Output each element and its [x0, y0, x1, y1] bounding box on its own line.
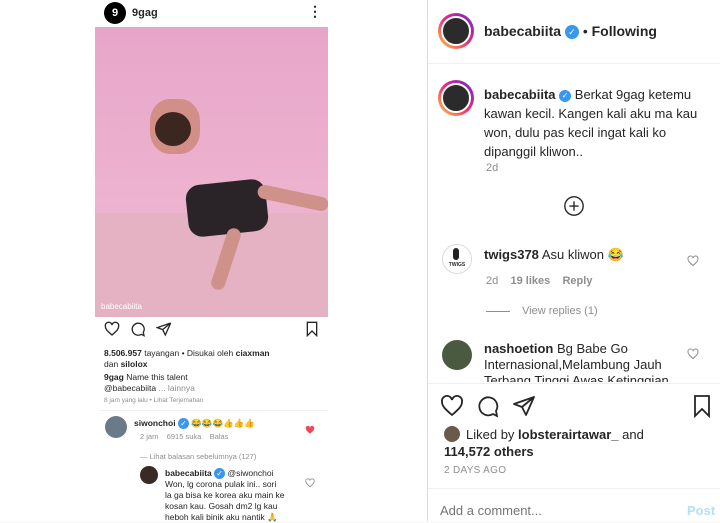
liked-by-line: Liked by lobsterairtawar_ and	[466, 427, 644, 442]
post-button[interactable]: Post	[687, 503, 715, 518]
siwonchoi-avatar	[105, 416, 127, 438]
liked-by-count[interactable]: 114,572 others	[444, 444, 534, 459]
header-username[interactable]: babecabiita	[484, 23, 561, 39]
reply-line-2: Won, lg corona pulak ini.. sori	[165, 479, 277, 489]
caption-username[interactable]: babecabiita	[484, 87, 556, 102]
reposted-screenshot: 9 9gag ⋮ babecabiita 8.506.957 tayangan …	[0, 0, 428, 522]
comment-divider	[100, 410, 328, 411]
reply-line-1: babecabiita ✓ @siwonchoi	[165, 468, 274, 480]
post-more-icon[interactable]: ⋮	[308, 3, 322, 20]
post-time: 8 jam yang lalu • Lihat Terjemahan	[104, 397, 204, 404]
post-comment-icon[interactable]	[130, 321, 146, 342]
comment-nash-clip: nashoetion Bg Babe Go Internasional,Mela…	[428, 334, 720, 382]
comment-avatar-twigs[interactable]: TWIGS	[442, 244, 472, 274]
share-icon[interactable]	[512, 394, 536, 423]
caption-text: babecabiita ✓ Berkat 9gag ketemu kawan k…	[484, 87, 698, 159]
post-sidebar: babecabiita ✓ • Following babecabiita ✓ …	[428, 0, 720, 521]
add-comment-divider	[428, 488, 720, 489]
siwon-comment-meta: 2 jam 6915 suka Balas	[140, 432, 229, 441]
post-account-name: 9gag	[132, 7, 158, 19]
actions-divider	[428, 383, 720, 384]
like-heart-icon[interactable]	[440, 394, 464, 423]
bookmark-icon[interactable]	[692, 394, 712, 423]
post-bookmark-icon[interactable]	[305, 321, 319, 342]
add-circle-icon[interactable]	[563, 195, 585, 222]
comment-nash: nashoetion Bg Babe Go Internasional,Mela…	[484, 341, 669, 382]
caption-avatar[interactable]	[438, 80, 474, 116]
caption-line: 9gag Name this talent	[104, 372, 188, 382]
views-line: 8.506.957 tayangan • Disukai oleh ciaxma…	[104, 348, 270, 358]
dancer-shorts	[184, 177, 270, 239]
comment-heart-icon[interactable]	[305, 422, 315, 440]
watermark: babecabiita	[101, 302, 142, 311]
siwon-comment: siwonchoi ✓ 😂😂😂👍👍👍	[134, 418, 255, 430]
comment-username[interactable]: twigs378	[484, 247, 539, 262]
comment-avatar-nash[interactable]	[442, 340, 472, 370]
verified-icon: ✓	[177, 418, 189, 430]
comment-like-heart-icon[interactable]	[687, 347, 699, 365]
post-share-icon[interactable]	[155, 321, 172, 342]
add-comment-input[interactable]	[440, 500, 670, 520]
reply-line-3: la ga bisa ke korea aku main ke	[165, 490, 285, 500]
mention-line: @babecabiita ... lainnya	[104, 383, 195, 393]
verified-icon: ✓	[564, 25, 579, 40]
header-divider	[428, 63, 720, 64]
verified-icon: ✓	[559, 89, 572, 102]
views-line-2: dan silolox	[104, 359, 148, 369]
view-replies-button[interactable]: View replies (1)	[486, 305, 598, 317]
view-previous-replies[interactable]: — Lihat balasan sebelumnya (127)	[140, 452, 256, 461]
comment-twigs-meta: 2d 19 likes Reply	[486, 275, 593, 287]
reply-heart-icon[interactable]	[305, 475, 315, 493]
comment-icon[interactable]	[476, 394, 500, 423]
reply-line-5: heboh kali binik aku nantik 🙏	[165, 512, 278, 522]
liked-by-avatar	[444, 426, 460, 442]
reply-button[interactable]: Reply	[562, 275, 592, 287]
account-avatar: 9	[104, 2, 126, 24]
dancer-hair	[155, 112, 191, 146]
comment-username[interactable]: nashoetion	[484, 341, 553, 356]
following-button[interactable]: Following	[592, 23, 657, 39]
babecabiita-reply-avatar	[140, 466, 158, 484]
caption-age: 2d	[486, 162, 499, 174]
comment-like-heart-icon[interactable]	[687, 254, 699, 272]
liked-by-user[interactable]: lobsterairtawar_	[518, 427, 618, 442]
header-avatar[interactable]	[438, 13, 474, 49]
header-user: babecabiita ✓ • Following	[484, 23, 657, 40]
post-heart-icon[interactable]	[104, 321, 120, 342]
post-image: babecabiita	[95, 27, 328, 317]
verified-icon: ✓	[214, 468, 226, 480]
reply-line-4: kosan kau. Gosah dm2 lg kau	[165, 501, 278, 511]
comment-twigs: twigs378 Asu kliwon 😂	[484, 247, 624, 262]
post-age: 2 DAYS AGO	[444, 465, 507, 476]
